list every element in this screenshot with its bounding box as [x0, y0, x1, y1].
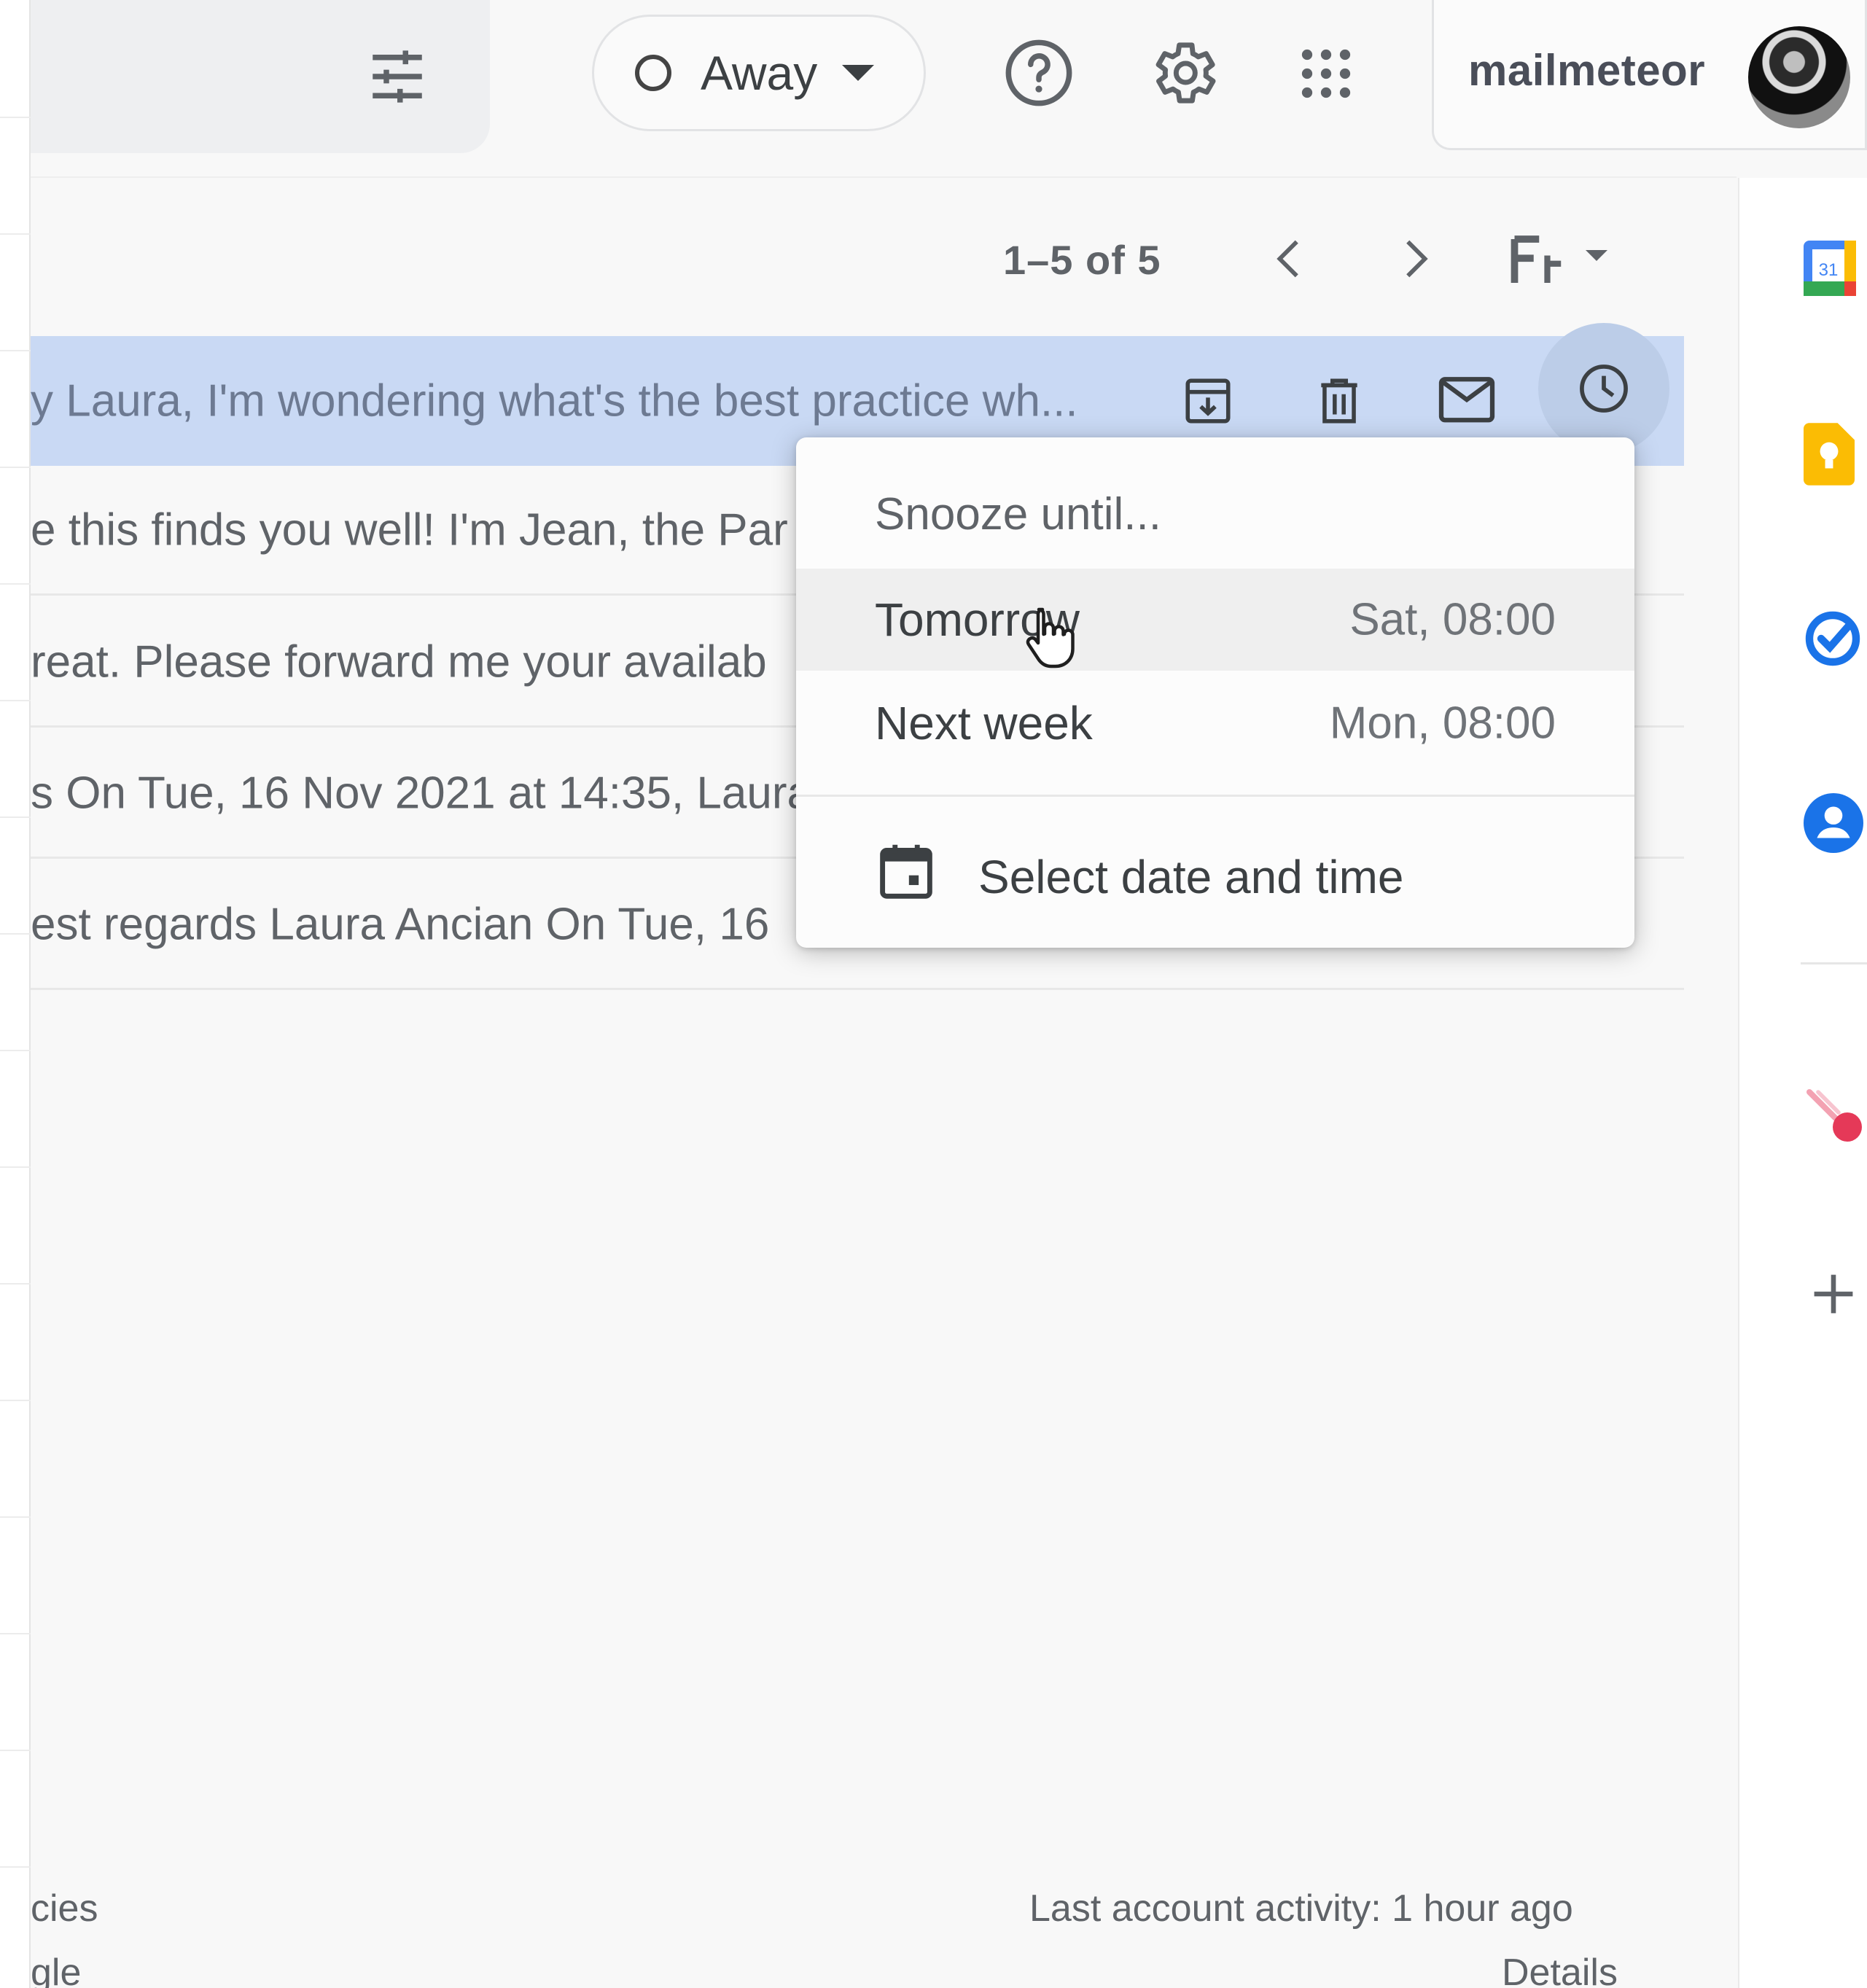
menu-divider: [796, 795, 1634, 797]
footer-powered-by-google: gle: [31, 1952, 82, 1988]
delete-icon[interactable]: [1312, 374, 1366, 428]
pagination-range: 1–5 of 5: [1003, 237, 1161, 283]
nav-divider: [0, 1866, 31, 1868]
nav-divider: [0, 233, 31, 235]
status-selector[interactable]: Away: [592, 15, 926, 131]
nav-divider: [0, 1633, 31, 1634]
nav-divider: [0, 816, 31, 818]
status-ring-icon: [635, 55, 671, 91]
apps-grid-icon[interactable]: [1298, 45, 1355, 102]
archive-icon[interactable]: [1181, 374, 1235, 428]
mailmeteor-addon-icon[interactable]: [1806, 1089, 1865, 1145]
calendar-icon[interactable]: 31: [1801, 238, 1859, 299]
email-snippet: reat. Please forward me your availab: [31, 636, 767, 687]
nav-divider: [0, 1166, 31, 1168]
nav-divider: [0, 933, 31, 935]
nav-divider: [0, 583, 31, 585]
activity-details-link[interactable]: Details: [1502, 1951, 1618, 1988]
snooze-option-label: Next week: [875, 697, 1093, 749]
chevron-right-icon[interactable]: [1389, 233, 1440, 284]
nav-divider: [0, 1750, 31, 1751]
nav-divider: [0, 1283, 31, 1285]
last-account-activity: Last account activity: 1 hour ago: [1029, 1887, 1573, 1930]
snooze-clock-icon: [1580, 365, 1628, 413]
nav-divider: [0, 117, 31, 118]
snooze-button[interactable]: [1538, 323, 1669, 454]
nav-divider: [0, 1050, 31, 1051]
svg-text:31: 31: [1819, 260, 1839, 280]
hand-cursor-icon: [1026, 607, 1075, 668]
chevron-down-icon: [842, 65, 875, 81]
select-date-and-time-option[interactable]: Select date and time: [978, 850, 1403, 904]
nav-divider: [0, 700, 31, 701]
add-addon-icon[interactable]: [1809, 1270, 1858, 1318]
settings-gear-icon[interactable]: [1145, 35, 1220, 111]
contacts-icon[interactable]: [1804, 793, 1863, 853]
keep-icon[interactable]: [1804, 423, 1855, 486]
search-options-icon[interactable]: [365, 44, 430, 109]
mark-unread-icon[interactable]: [1436, 374, 1497, 428]
snooze-option-time: Mon, 08:00: [1329, 698, 1556, 749]
snooze-menu: Snooze until... Tomorrow Sat, 08:00 Next…: [796, 437, 1634, 948]
header-divider: [31, 176, 1737, 178]
snooze-option-next-week[interactable]: Next week Mon, 08:00: [796, 672, 1634, 774]
nav-divider: [0, 467, 31, 468]
input-tools-icon[interactable]: [1509, 233, 1618, 289]
side-panel-divider: [1801, 962, 1867, 964]
account-name: mailmeteor: [1468, 46, 1706, 95]
nav-divider: [0, 1516, 31, 1518]
snooze-option-time: Sat, 08:00: [1349, 594, 1556, 645]
status-label: Away: [701, 46, 818, 100]
snooze-option-tomorrow[interactable]: Tomorrow Sat, 08:00: [796, 569, 1634, 671]
email-snippet: est regards Laura Ancian On Tue, 16: [31, 899, 770, 949]
email-snippet: s On Tue, 16 Nov 2021 at 14:35, Laura: [31, 768, 812, 818]
snooze-menu-title: Snooze until...: [875, 489, 1161, 539]
nav-divider: [0, 1400, 31, 1401]
footer-program-policies-link[interactable]: cies: [31, 1887, 98, 1930]
chevron-left-icon[interactable]: [1265, 233, 1316, 284]
nav-divider: [0, 350, 31, 351]
left-navigation-edge: [0, 0, 31, 1988]
avatar[interactable]: [1748, 26, 1850, 128]
calendar-icon: [880, 844, 932, 899]
help-icon[interactable]: [1002, 36, 1075, 109]
email-snippet: y Laura, I'm wondering what's the best p…: [31, 375, 1078, 426]
email-snippet: e this finds you well! I'm Jean, the Par: [31, 504, 788, 555]
tasks-icon[interactable]: [1804, 609, 1862, 668]
